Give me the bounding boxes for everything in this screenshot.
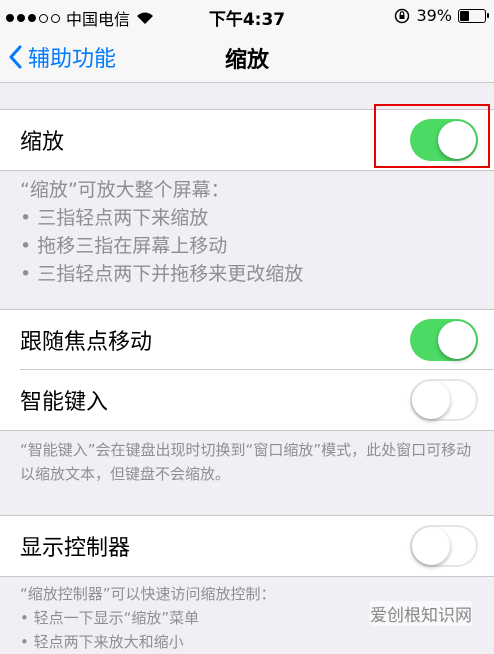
highlight-box (374, 104, 490, 168)
zoom-bullet-3: • 三指轻点两下并拖移来更改缩放 (20, 263, 304, 285)
toggle-knob (412, 381, 450, 419)
smart-typing-toggle[interactable] (410, 379, 478, 421)
section-divider (0, 170, 494, 171)
battery-icon (458, 8, 489, 23)
follow-focus-label: 跟随焦点移动 (20, 330, 153, 355)
chevron-left-icon (9, 45, 22, 69)
back-button[interactable]: 辅助功能 (8, 41, 116, 73)
section-divider (0, 576, 494, 577)
zoom-bullet-1: • 三指轻点两下来缩放 (20, 207, 209, 229)
show-controller-label: 显示控制器 (20, 536, 131, 561)
zoom-description: “缩放”可放大整个屏幕： • 三指轻点两下来缩放 • 拖移三指在屏幕上移动 • … (20, 176, 303, 288)
status-right: 39% (394, 6, 489, 25)
toggle-knob (438, 321, 476, 359)
battery-percent: 39% (416, 6, 452, 25)
toggle-knob (412, 527, 450, 565)
zoom-bullet-2: • 拖移三指在屏幕上移动 (20, 235, 228, 257)
follow-focus-toggle[interactable] (410, 319, 478, 361)
follow-focus-row: 跟随焦点移动 (0, 310, 494, 370)
controller-bullet-2: • 轻点两下来放大和缩小 (20, 633, 184, 651)
section-divider (0, 430, 494, 431)
navigation-bar: 辅助功能 缩放 (0, 32, 494, 83)
zoom-description-title: “缩放”可放大整个屏幕： (20, 179, 230, 201)
smart-typing-footer: “智能键入”会在键盘出现时切换到“窗口缩放”模式，此处窗口可移动以缩放文本，但键… (20, 441, 472, 483)
smart-typing-row: 智能键入 (0, 370, 494, 430)
status-bar: 中国电信 下午4:37 39% (0, 0, 494, 32)
show-controller-row: 显示控制器 (0, 516, 494, 576)
orientation-lock-icon (395, 8, 410, 23)
watermark: 爱创根知识网 (370, 601, 472, 626)
back-label: 辅助功能 (28, 47, 117, 72)
show-controller-toggle[interactable] (410, 525, 478, 567)
smart-typing-label: 智能键入 (20, 390, 109, 415)
zoom-label: 缩放 (20, 130, 65, 155)
